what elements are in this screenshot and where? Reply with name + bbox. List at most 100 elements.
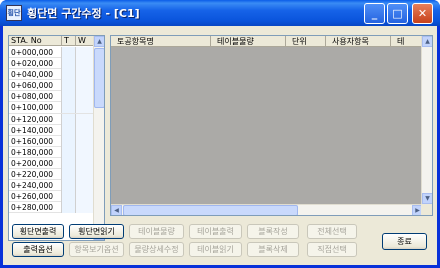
station-t-cell[interactable] — [62, 202, 76, 214]
station-t-cell[interactable] — [62, 113, 76, 125]
minimize-button[interactable]: _ — [364, 3, 385, 24]
action-button-row1-1[interactable]: 횡단면읽기 — [69, 224, 124, 239]
station-t-cell[interactable] — [62, 191, 76, 203]
station-t-cell[interactable] — [62, 135, 76, 147]
station-number: 0+140,000 — [9, 124, 62, 136]
station-w-cell[interactable] — [76, 169, 94, 181]
client-area: STA. No T W 0+000,000 0+020,000 0+040,000 0… — [3, 26, 437, 265]
close-window-button[interactable]: ✕ — [412, 3, 433, 24]
action-button-row2-4[interactable]: 블록삭제 — [247, 242, 299, 257]
station-t-cell[interactable] — [62, 80, 76, 92]
station-number: 0+060,000 — [9, 80, 62, 92]
title-bar[interactable]: 횡단 횡단면 구간수정 - [C1] _ □ ✕ — [0, 0, 440, 26]
header-sta-no[interactable]: STA. No — [9, 36, 62, 46]
station-number: 0+120,000 — [9, 113, 62, 125]
station-w-cell[interactable] — [76, 180, 94, 192]
action-button-row2-2[interactable]: 물량상세수정 — [129, 242, 184, 257]
station-w-cell[interactable] — [76, 47, 94, 58]
scroll-up-icon[interactable]: ▲ — [94, 36, 104, 47]
station-row[interactable]: 0+240,000 — [9, 180, 94, 192]
maximize-button[interactable]: □ — [387, 3, 408, 24]
station-number: 0+200,000 — [9, 157, 62, 169]
action-button-row2-1[interactable]: 항목보기옵션 — [69, 242, 124, 257]
station-w-cell[interactable] — [76, 157, 94, 169]
station-t-cell[interactable] — [62, 102, 76, 114]
window-title: 횡단면 구간수정 - [C1] — [27, 7, 140, 20]
station-row[interactable]: 0+000,000 — [9, 47, 94, 59]
station-t-cell[interactable] — [62, 124, 76, 136]
station-t-cell[interactable] — [62, 47, 76, 58]
station-number: 0+220,000 — [9, 169, 62, 181]
station-rows: 0+000,000 0+020,000 0+040,000 0+060,000 0+08… — [9, 47, 94, 214]
station-w-cell[interactable] — [76, 191, 94, 203]
quantity-table-header: 토공항목명 테이블물량 단위 사용자항목 테 — [111, 36, 432, 47]
station-scroll-thumb[interactable] — [94, 48, 104, 108]
station-t-cell[interactable] — [62, 69, 76, 81]
station-row[interactable]: 0+140,000 — [9, 124, 94, 136]
station-w-cell[interactable] — [76, 202, 94, 214]
station-w-cell[interactable] — [76, 135, 94, 147]
station-row[interactable]: 0+100,000 — [9, 102, 94, 114]
station-t-cell[interactable] — [62, 180, 76, 192]
station-vscrollbar[interactable]: ▲ ▼ — [93, 36, 104, 240]
action-button-row1-5[interactable]: 전체선택 — [307, 224, 357, 239]
action-button-row1-2[interactable]: 테이블물량 — [129, 224, 184, 239]
app-icon: 횡단 — [6, 5, 22, 21]
station-t-cell[interactable] — [62, 58, 76, 70]
scrollbar-corner — [421, 204, 432, 215]
station-row[interactable]: 0+020,000 — [9, 58, 94, 70]
header-t[interactable]: T — [62, 36, 76, 46]
action-button-row2-0[interactable]: 출력옵션 — [12, 242, 64, 257]
header-w[interactable]: W — [76, 36, 94, 46]
scroll-up-icon[interactable]: ▲ — [422, 36, 432, 47]
station-row[interactable]: 0+200,000 — [9, 157, 94, 170]
station-t-cell[interactable] — [62, 157, 76, 169]
station-list-header: STA. No T W — [9, 36, 94, 46]
station-row[interactable]: 0+160,000 — [9, 135, 94, 147]
station-w-cell[interactable] — [76, 146, 94, 158]
station-number: 0+180,000 — [9, 146, 62, 158]
station-w-cell[interactable] — [76, 80, 94, 92]
station-row[interactable]: 0+180,000 — [9, 146, 94, 158]
station-row[interactable]: 0+220,000 — [9, 169, 94, 181]
station-w-cell[interactable] — [76, 69, 94, 81]
station-row[interactable]: 0+060,000 — [9, 80, 94, 92]
action-button-row1-3[interactable]: 테이블출력 — [189, 224, 242, 239]
action-button-row1-4[interactable]: 블록작성 — [247, 224, 299, 239]
station-number: 0+020,000 — [9, 58, 62, 70]
header-item-name[interactable]: 토공항목명 — [111, 36, 211, 47]
scroll-left-icon[interactable]: ◀ — [111, 205, 122, 215]
station-w-cell[interactable] — [76, 102, 94, 114]
scroll-down-icon[interactable]: ▼ — [422, 193, 432, 204]
header-table-quantity[interactable]: 테이블물량 — [211, 36, 286, 47]
station-w-cell[interactable] — [76, 58, 94, 70]
station-row[interactable]: 0+040,000 — [9, 69, 94, 81]
exit-button[interactable]: 종료 — [382, 233, 427, 250]
station-number: 0+280,000 — [9, 202, 62, 214]
station-t-cell[interactable] — [62, 146, 76, 158]
quantity-hscrollbar[interactable]: ◀ ▶ — [111, 204, 423, 215]
action-button-row1-0[interactable]: 횡단면출력 — [12, 224, 64, 239]
station-number: 0+080,000 — [9, 91, 62, 103]
station-row[interactable]: 0+120,000 — [9, 113, 94, 125]
station-list[interactable]: STA. No T W 0+000,000 0+020,000 0+040,000 0… — [8, 35, 105, 241]
station-row[interactable]: 0+080,000 — [9, 91, 94, 103]
header-user-item[interactable]: 사용자항목 — [326, 36, 391, 47]
quantity-vscrollbar[interactable]: ▲ ▼ — [421, 36, 432, 215]
station-number: 0+160,000 — [9, 135, 62, 147]
station-w-cell[interactable] — [76, 124, 94, 136]
station-row[interactable]: 0+260,000 — [9, 191, 94, 203]
quantity-table[interactable]: 토공항목명 테이블물량 단위 사용자항목 테 ▲ ▼ ◀ ▶ — [110, 35, 433, 216]
station-w-cell[interactable] — [76, 91, 94, 103]
station-number: 0+100,000 — [9, 102, 62, 114]
action-button-row2-3[interactable]: 테이블읽기 — [189, 242, 242, 257]
station-t-cell[interactable] — [62, 169, 76, 181]
action-button-row2-5[interactable]: 직접선택 — [307, 242, 357, 257]
station-t-cell[interactable] — [62, 91, 76, 103]
station-number: 0+040,000 — [9, 69, 62, 81]
station-row[interactable]: 0+280,000 — [9, 202, 94, 214]
main-window: 횡단 횡단면 구간수정 - [C1] _ □ ✕ STA. No T W 0+0… — [0, 0, 440, 268]
horizontal-scroll-thumb[interactable] — [123, 205, 298, 215]
station-w-cell[interactable] — [76, 113, 94, 125]
header-unit[interactable]: 단위 — [286, 36, 326, 47]
